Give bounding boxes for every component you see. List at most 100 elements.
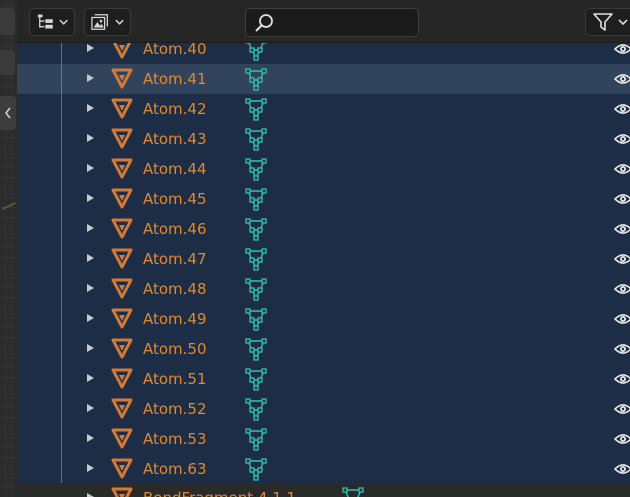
eye-icon[interactable] [614,251,630,267]
search-icon [255,13,273,32]
expand-arrow-icon[interactable] [87,434,94,442]
eye-icon[interactable] [614,161,630,177]
outliner-row[interactable]: Atom.53 [17,424,630,454]
chevron-down-icon [618,19,628,26]
eye-icon[interactable] [614,311,630,327]
outliner-row[interactable]: Atom.42 [17,94,630,124]
eye-icon[interactable] [614,41,630,57]
row-name: Atom.47 [143,250,207,268]
outliner-row[interactable]: Atom.63 [17,454,630,483]
display-mode-dropdown[interactable] [29,8,75,36]
expand-arrow-icon[interactable] [87,374,94,382]
mesh-data-icon[interactable] [244,277,268,301]
object-icon [111,398,133,419]
mesh-data-icon[interactable] [244,367,268,391]
mesh-data-icon[interactable] [244,247,268,271]
outliner-header [17,0,630,43]
outliner-row[interactable]: Atom.47 [17,244,630,274]
row-name: Atom.45 [143,190,207,208]
mesh-data-icon[interactable] [244,97,268,121]
mesh-data-icon[interactable] [244,127,268,151]
search-input[interactable] [278,14,412,31]
object-icon [111,158,133,179]
viewport-tool-tab[interactable] [0,50,15,75]
expand-arrow-icon[interactable] [87,493,94,497]
filter-type-dropdown[interactable] [84,8,131,36]
expand-arrow-icon[interactable] [87,284,94,292]
funnel-icon [593,13,613,31]
eye-icon[interactable] [614,401,630,417]
mesh-data-icon[interactable] [244,187,268,211]
mesh-data-icon[interactable] [341,486,365,497]
mesh-data-icon[interactable] [244,67,268,91]
eye-icon[interactable] [614,131,630,147]
outliner-row[interactable]: Atom.51 [17,364,630,394]
expand-arrow-icon[interactable] [87,404,94,412]
outliner-row-partial[interactable]: BondFragment.4.1.1 [17,483,630,497]
sidebar-collapse-button[interactable] [0,96,16,130]
expand-arrow-icon[interactable] [87,104,94,112]
outliner-row[interactable]: Atom.49 [17,304,630,334]
object-icon [111,487,133,497]
mesh-data-icon[interactable] [244,217,268,241]
eye-icon[interactable] [614,431,630,447]
object-icon [111,68,133,89]
outliner-row[interactable]: Atom.48 [17,274,630,304]
outliner-row[interactable]: Atom.50 [17,334,630,364]
chevron-left-icon [4,107,11,119]
eye-icon[interactable] [614,371,630,387]
row-name: Atom.53 [143,430,207,448]
eye-icon[interactable] [614,461,630,477]
expand-arrow-icon[interactable] [87,44,94,52]
row-name: Atom.50 [143,340,207,358]
expand-arrow-icon[interactable] [87,344,94,352]
eye-icon[interactable] [614,191,630,207]
mesh-data-icon[interactable] [244,337,268,361]
object-icon [111,188,133,209]
mesh-data-icon[interactable] [244,397,268,421]
outliner-row[interactable]: Atom.43 [17,124,630,154]
object-icon [111,98,133,119]
object-icon [111,308,133,329]
eye-icon[interactable] [614,341,630,357]
row-name: Atom.63 [143,460,207,478]
object-icon [111,248,133,269]
expand-arrow-icon[interactable] [87,224,94,232]
eye-icon[interactable] [614,221,630,237]
viewport-header-tab[interactable] [0,8,15,35]
expand-arrow-icon[interactable] [87,74,94,82]
outliner-row[interactable]: Atom.44 [17,154,630,184]
mesh-data-icon[interactable] [244,157,268,181]
expand-arrow-icon[interactable] [87,134,94,142]
eye-icon[interactable] [614,101,630,117]
outliner-row[interactable]: Atom.52 [17,394,630,424]
eye-icon[interactable] [614,281,630,297]
object-icon [111,458,133,479]
expand-arrow-icon[interactable] [87,194,94,202]
filter-dropdown[interactable] [585,8,630,36]
image-stack-icon [91,14,108,30]
object-icon [111,368,133,389]
outliner-tree-icon [37,14,53,29]
expand-arrow-icon[interactable] [87,314,94,322]
eye-icon[interactable] [614,71,630,87]
search-field[interactable] [245,8,419,37]
expand-arrow-icon[interactable] [87,164,94,172]
outliner-row[interactable]: Atom.41 [17,64,630,94]
outliner-row[interactable]: Atom.45 [17,184,630,214]
row-name: Atom.48 [143,280,207,298]
outliner-row[interactable]: Atom.46 [17,214,630,244]
expand-arrow-icon[interactable] [87,464,94,472]
mesh-data-icon[interactable] [244,427,268,451]
row-name: Atom.49 [143,310,207,328]
mesh-data-icon[interactable] [244,457,268,481]
object-icon [111,428,133,449]
row-name: Atom.52 [143,400,207,418]
mesh-data-icon[interactable] [244,307,268,331]
row-name: Atom.43 [143,130,207,148]
object-icon [111,278,133,299]
row-name: Atom.46 [143,220,207,238]
outliner-rows: Atom.40 Atom.41 Atom.42 Atom.43 Atom.44 Atom.… [17,35,630,483]
expand-arrow-icon[interactable] [87,254,94,262]
row-name: Atom.51 [143,370,207,388]
